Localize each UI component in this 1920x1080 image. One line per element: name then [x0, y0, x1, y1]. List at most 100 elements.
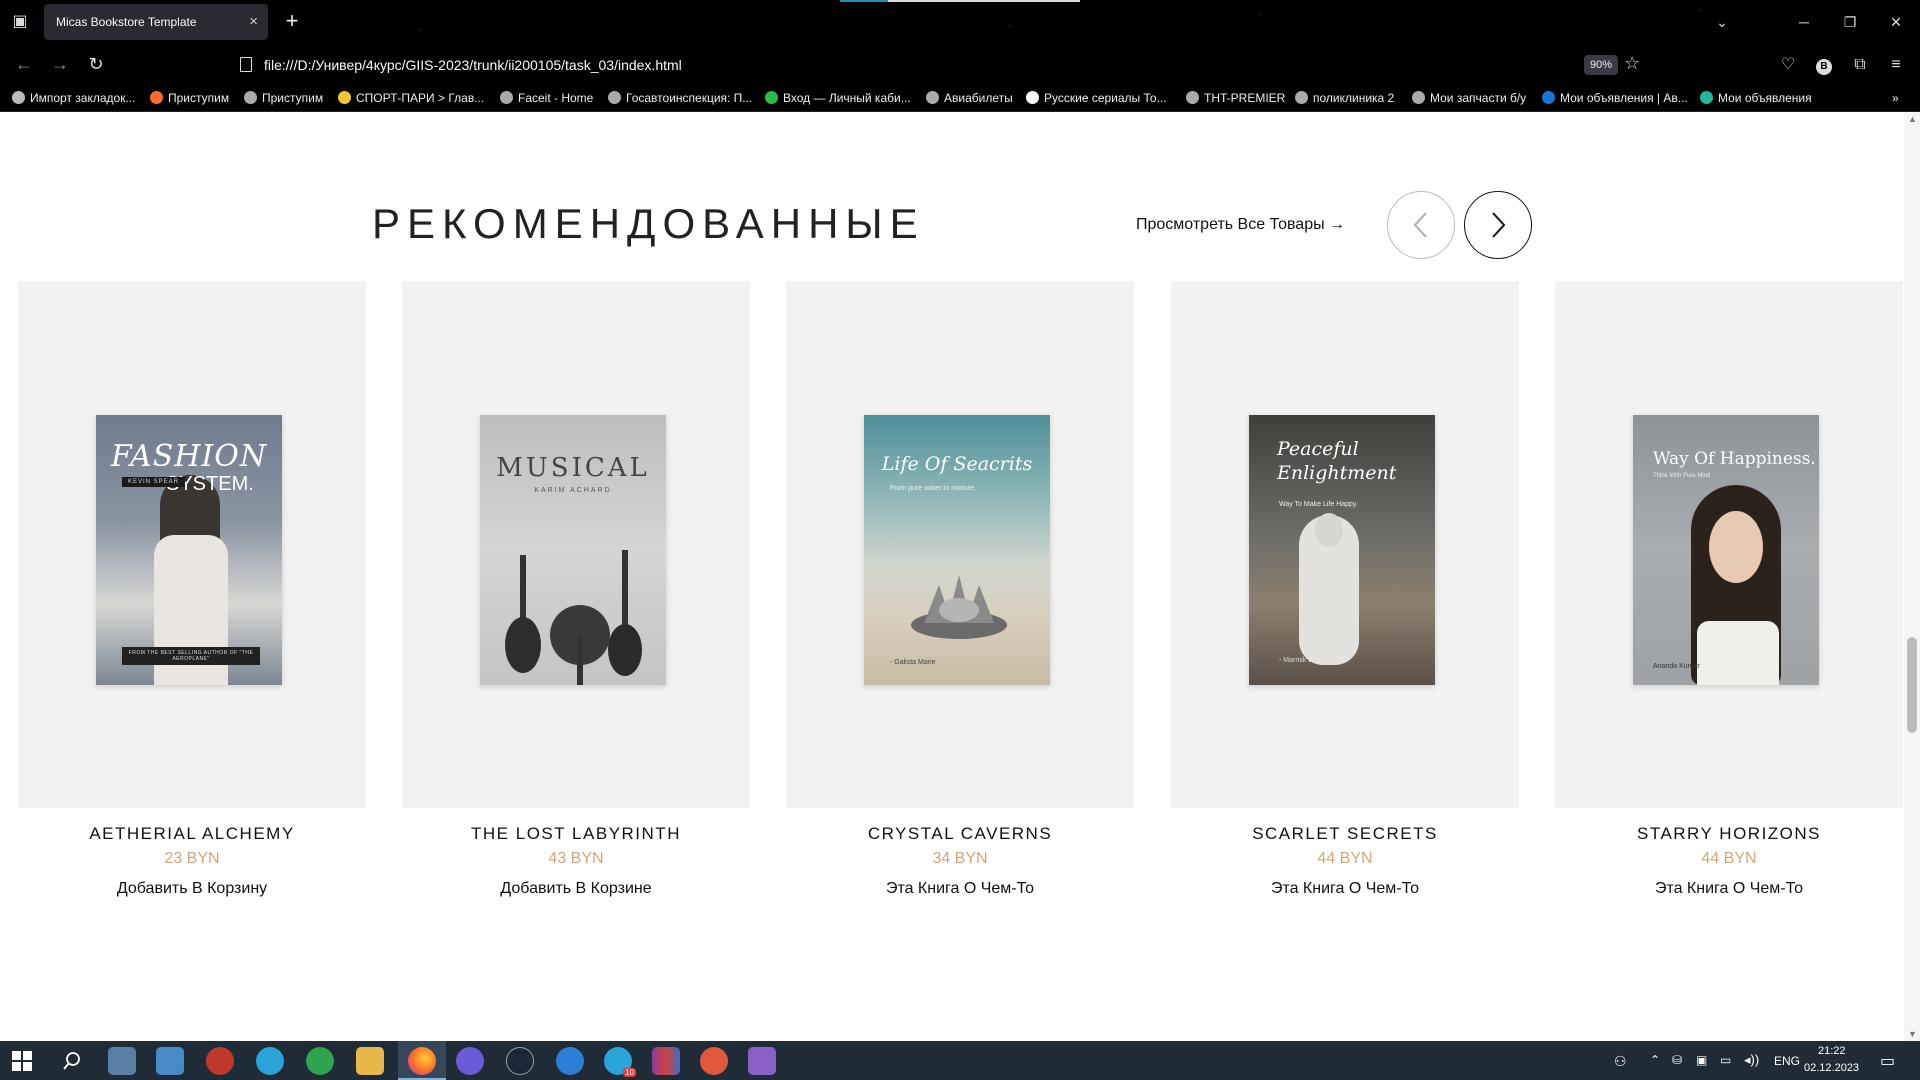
product-image-panel[interactable]: Way Of Happiness. Think With Pure Mind A…: [1555, 281, 1903, 808]
tray-expand-chevron-icon[interactable]: ⌃: [1650, 1053, 1660, 1067]
zoom-level-badge[interactable]: 90%: [1584, 55, 1618, 75]
product-image-panel[interactable]: MUSICAL KARIM ACHARD: [402, 281, 750, 808]
visual-studio-icon[interactable]: [748, 1047, 776, 1075]
security-icon[interactable]: ▣: [1696, 1053, 1707, 1067]
windows-start-icon[interactable]: [12, 1051, 32, 1071]
url-text: file:///D:/Универ/4курс/GIIS-2023/trunk/…: [264, 57, 682, 73]
product-card[interactable]: Peaceful Enlightment Way To Make Life Ha…: [1171, 281, 1519, 898]
carousel-prev-button[interactable]: [1387, 191, 1455, 259]
telegram-icon[interactable]: [256, 1047, 284, 1075]
network-icon[interactable]: ▭: [1720, 1053, 1731, 1067]
bookmark-item[interactable]: Faceit - Home: [500, 88, 593, 108]
network-drive-icon[interactable]: ⛁: [1672, 1053, 1682, 1067]
profile-avatar-icon[interactable]: B: [1812, 53, 1836, 77]
bookmarks-overflow-icon[interactable]: »: [1892, 88, 1899, 108]
discord-icon[interactable]: [456, 1047, 484, 1075]
close-window-icon[interactable]: ✕: [1882, 10, 1910, 34]
mail-icon[interactable]: [156, 1047, 184, 1075]
bookmark-item[interactable]: Мои объявления: [1700, 88, 1812, 108]
file-explorer-icon[interactable]: [356, 1047, 384, 1075]
product-image-panel[interactable]: Life Of Seacrits From pure water to mixt…: [786, 281, 1134, 808]
product-name[interactable]: AETHERIAL ALCHEMY: [18, 824, 366, 844]
people-icon[interactable]: ⚇: [1614, 1053, 1627, 1070]
notifications-icon[interactable]: ▭: [1880, 1051, 1895, 1071]
page-scrollbar[interactable]: ▲ ▼: [1904, 112, 1920, 1041]
view-all-products-link[interactable]: Просмотреть Все Товары →: [1136, 216, 1345, 234]
volume-icon[interactable]: ◂)): [1744, 1052, 1759, 1068]
language-indicator[interactable]: ENG: [1774, 1054, 1800, 1068]
add-to-cart-button[interactable]: Добавить В Корзине: [402, 880, 750, 898]
product-name[interactable]: CRYSTAL CAVERNS: [786, 824, 1134, 844]
bookmark-label: Мои объявления: [1718, 91, 1812, 105]
restore-icon[interactable]: ❐: [1836, 10, 1864, 34]
product-name[interactable]: SCARLET SECRETS: [1171, 824, 1519, 844]
cover-tagline: FROM THE BEST SELLING AUTHOR OF "THE AER…: [122, 647, 260, 665]
tab-close-icon[interactable]: ×: [249, 4, 258, 40]
product-name[interactable]: STARRY HORIZONS: [1555, 824, 1903, 844]
bookmark-label: Вход — Личный каби...: [783, 91, 911, 105]
reload-icon[interactable]: ↻: [82, 52, 110, 76]
bookmark-item[interactable]: Русские сериалы То...: [1026, 88, 1167, 108]
bookmark-item[interactable]: Приступим: [244, 88, 323, 108]
bookmark-item[interactable]: поликлиника 2: [1295, 88, 1394, 108]
paint-app-icon[interactable]: [700, 1047, 728, 1075]
product-image-panel[interactable]: Peaceful Enlightment Way To Make Life Ha…: [1171, 281, 1519, 808]
bookmark-label: поликлиника 2: [1313, 91, 1395, 105]
store-icon[interactable]: [108, 1047, 136, 1075]
firefox-taskbar-button[interactable]: [398, 1041, 446, 1080]
about-book-link[interactable]: Эта Книга О Чем-То: [1555, 880, 1903, 898]
product-card[interactable]: Way Of Happiness. Think With Pure Mind A…: [1555, 281, 1903, 898]
section-title: РЕКОМЕНДОВАННЫЕ: [372, 200, 925, 247]
cover-figure-shirt: [1697, 621, 1779, 685]
bookmark-label: Мои запчасти б/у: [1430, 91, 1527, 105]
bookmark-item[interactable]: Госавтоинспекция: П...: [608, 88, 752, 108]
clock-time[interactable]: 21:22: [1818, 1045, 1846, 1057]
bookmark-item[interactable]: Авиабилеты: [926, 88, 1013, 108]
steam-icon[interactable]: [506, 1047, 534, 1075]
buddha-head-shape: [1315, 513, 1343, 547]
back-arrow-icon[interactable]: ←: [10, 52, 38, 76]
scrollbar-thumb[interactable]: [1907, 637, 1917, 733]
search-icon[interactable]: [62, 1051, 82, 1071]
tab-overflow-chevron-icon[interactable]: ⌄: [1708, 10, 1736, 34]
app-icon-blue[interactable]: [556, 1047, 584, 1075]
product-name[interactable]: THE LOST LABYRINTH: [402, 824, 750, 844]
scroll-down-icon[interactable]: ▼: [1908, 1029, 1917, 1039]
cover-title: Peaceful Enlightment: [1277, 438, 1397, 484]
add-to-cart-button[interactable]: Добавить В Корзину: [18, 880, 366, 898]
browser-tab-active[interactable]: Micas Bookstore Template ×: [44, 4, 268, 40]
bookmark-item[interactable]: THT-PREMIER: [1186, 88, 1285, 108]
winrar-icon[interactable]: [652, 1047, 680, 1075]
product-price: 43 BYN: [548, 850, 604, 867]
product-image-panel[interactable]: FASHION SYSTEM. KEVIN SPEAR FROM THE BES…: [18, 281, 366, 808]
bookmark-item[interactable]: Вход — Личный каби...: [765, 88, 911, 108]
forward-arrow-icon[interactable]: →: [46, 52, 74, 76]
tab-list-icon[interactable]: ▣: [8, 10, 32, 34]
bookmark-item[interactable]: Импорт закладок...: [12, 88, 135, 108]
seashell-crown-illustration-icon: [911, 575, 1007, 639]
new-tab-button[interactable]: +: [278, 8, 306, 36]
minimize-icon[interactable]: ─: [1790, 10, 1818, 34]
about-book-link[interactable]: Эта Книга О Чем-То: [786, 880, 1134, 898]
menu-hamburger-icon[interactable]: ≡: [1884, 53, 1908, 77]
bookmark-star-icon[interactable]: ☆: [1624, 53, 1640, 74]
bookmark-item[interactable]: Приступим: [150, 88, 229, 108]
telegram-desktop-icon[interactable]: 10: [604, 1047, 636, 1077]
edge-browser-icon[interactable]: [306, 1047, 334, 1075]
guitars-illustration-icon: [505, 550, 642, 685]
bookmark-item[interactable]: СПОРТ-ПАРИ > Глав...: [338, 88, 484, 108]
product-card[interactable]: Life Of Seacrits From pure water to mixt…: [786, 281, 1134, 898]
extensions-icon[interactable]: ⧉: [1848, 53, 1872, 77]
clock-date[interactable]: 02.12.2023: [1804, 1062, 1859, 1074]
bookmark-item[interactable]: Мои объявления | Ав...: [1542, 88, 1688, 108]
app-icon-red[interactable]: [206, 1047, 234, 1075]
product-card[interactable]: FASHION SYSTEM. KEVIN SPEAR FROM THE BES…: [18, 281, 366, 898]
bookmark-item[interactable]: Мои запчасти б/у: [1412, 88, 1526, 108]
product-card[interactable]: MUSICAL KARIM ACHARD THE LOST LABYRINTH …: [402, 281, 750, 898]
book-cover: FASHION SYSTEM. KEVIN SPEAR FROM THE BES…: [96, 415, 282, 685]
about-book-link[interactable]: Эта Книга О Чем-То: [1171, 880, 1519, 898]
scroll-up-icon[interactable]: ▲: [1908, 114, 1917, 124]
pocket-icon[interactable]: ♡: [1776, 53, 1800, 77]
carousel-next-button[interactable]: [1464, 191, 1532, 259]
url-bar[interactable]: file:///D:/Универ/4курс/GIIS-2023/trunk/…: [230, 51, 1640, 79]
